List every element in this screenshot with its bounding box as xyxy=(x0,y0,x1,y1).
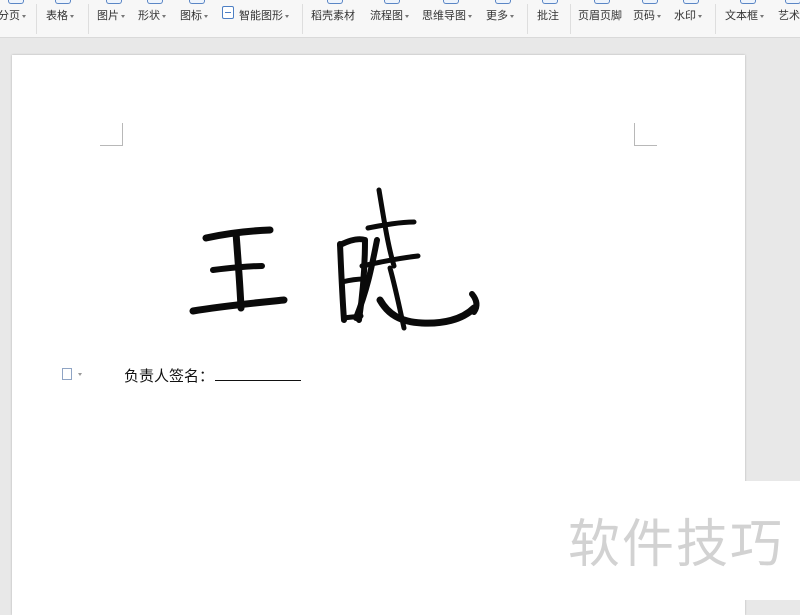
chevron-down-icon xyxy=(204,14,208,18)
margin-marker-top-left xyxy=(100,123,123,146)
chevron-down-icon xyxy=(285,14,289,18)
ribbon-toolbar: 分页 表格 图片 形状 图标 智能图形 稻壳素材 流程图 思维导图 更多 批注 … xyxy=(0,0,800,38)
toolbar-divider xyxy=(36,4,37,34)
more-icon xyxy=(495,0,511,4)
signature-line[interactable]: 负责人签名： xyxy=(124,365,302,386)
chevron-down-icon xyxy=(468,14,472,18)
icon-button[interactable]: 图标 xyxy=(180,0,214,36)
chevron-down-icon xyxy=(698,14,702,18)
header-footer-icon xyxy=(594,0,610,4)
chevron-down-icon xyxy=(22,14,26,18)
watermark-button[interactable]: 水印 xyxy=(674,0,708,36)
icon-library-icon xyxy=(189,0,205,4)
document-icon xyxy=(62,368,72,380)
chevron-down-icon xyxy=(121,14,125,18)
smart-art-icon xyxy=(222,6,234,19)
word-art-icon xyxy=(785,0,800,4)
toolbar-divider xyxy=(570,4,571,34)
flowchart-button[interactable]: 流程图 xyxy=(370,0,414,36)
header-footer-button[interactable]: 页眉页脚 xyxy=(578,0,626,36)
text-box-button[interactable]: 文本框 xyxy=(725,0,771,36)
chevron-down-icon xyxy=(657,14,661,18)
table-button[interactable]: 表格 xyxy=(46,0,80,36)
toolbar-divider xyxy=(715,4,716,34)
shape-button[interactable]: 形状 xyxy=(138,0,172,36)
chevron-down-icon xyxy=(510,14,514,18)
watermark-icon xyxy=(683,0,699,4)
mind-map-button[interactable]: 思维导图 xyxy=(422,0,480,36)
picture-button[interactable]: 图片 xyxy=(97,0,131,36)
smart-art-button[interactable]: 智能图形 xyxy=(222,0,296,36)
page-break-icon xyxy=(8,0,24,4)
chevron-down-icon xyxy=(405,14,409,18)
more-button[interactable]: 更多 xyxy=(486,0,520,36)
material-icon xyxy=(327,0,343,4)
chevron-down-icon xyxy=(760,14,764,18)
chevron-down-icon xyxy=(70,14,74,18)
mind-map-icon xyxy=(443,0,459,4)
chevron-down-icon xyxy=(162,14,166,18)
shape-icon xyxy=(147,0,163,4)
signature-blank[interactable] xyxy=(215,368,302,381)
docer-material-button[interactable]: 稻壳素材 xyxy=(311,0,359,36)
signature-label: 负责人签名： xyxy=(124,367,215,385)
chevron-down-icon xyxy=(78,373,82,376)
page-number-icon xyxy=(642,0,658,4)
toolbar-divider xyxy=(302,4,303,34)
margin-marker-top-right xyxy=(634,123,657,146)
comment-button[interactable]: 批注 xyxy=(537,0,563,36)
site-watermark: 软件技巧 xyxy=(568,515,785,575)
page-number-button[interactable]: 页码 xyxy=(633,0,667,36)
table-icon xyxy=(55,0,71,4)
paragraph-handle[interactable] xyxy=(60,365,88,381)
picture-icon xyxy=(106,0,122,4)
flowchart-icon xyxy=(384,0,400,4)
toolbar-divider xyxy=(527,4,528,34)
page-break-button[interactable]: 分页 xyxy=(0,0,34,36)
comment-icon xyxy=(542,0,558,4)
word-art-button[interactable]: 艺术 xyxy=(778,0,800,36)
text-box-icon xyxy=(740,0,756,4)
toolbar-divider xyxy=(88,4,89,34)
handwritten-signature-image[interactable] xyxy=(172,180,492,340)
